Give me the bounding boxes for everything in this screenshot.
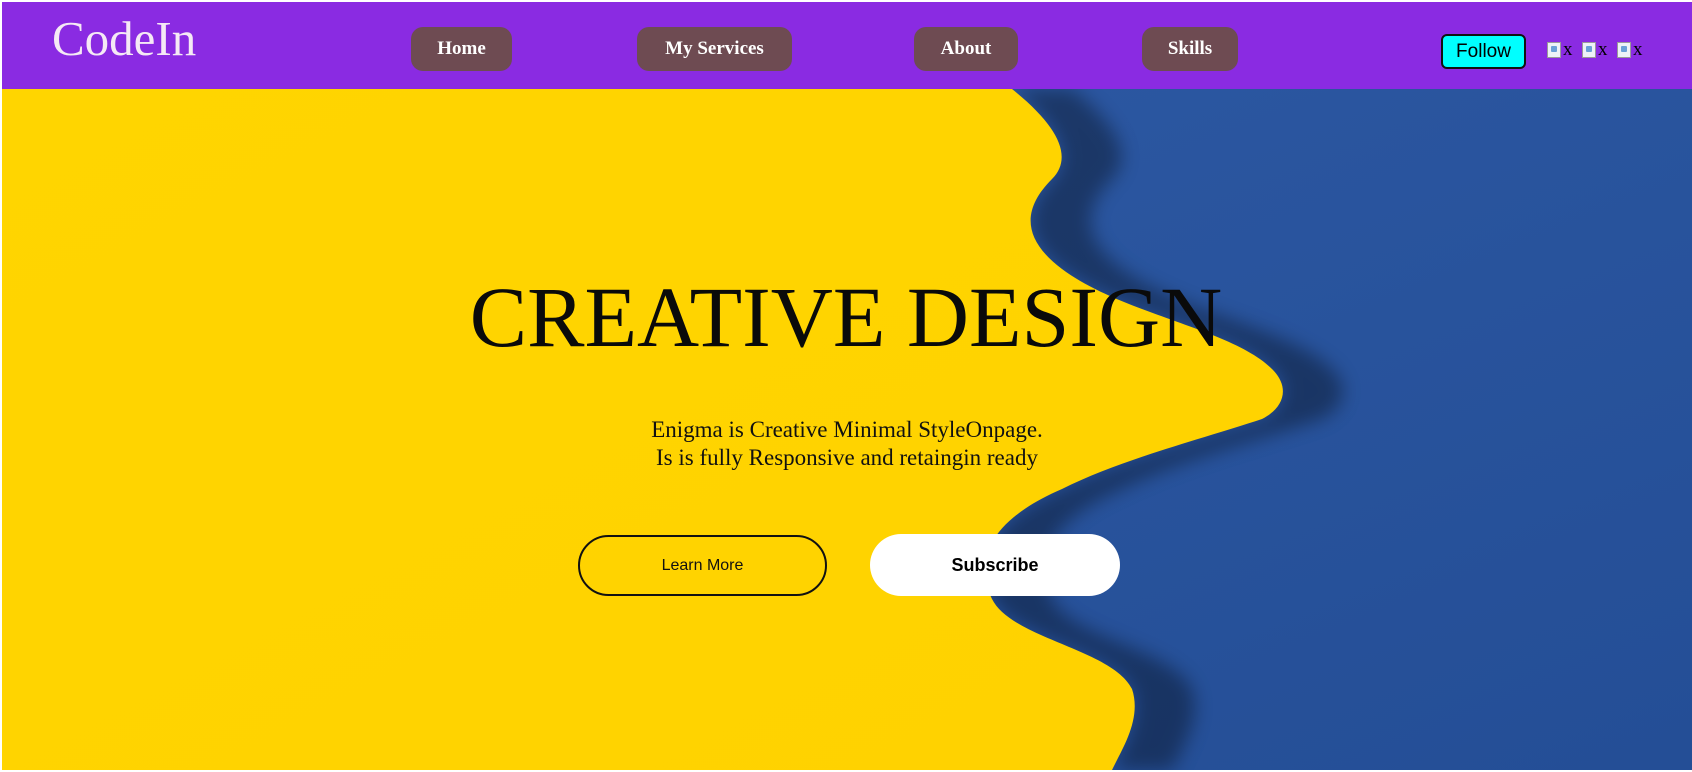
hero-title-text: CREATIVE DESIGN	[469, 269, 1223, 365]
broken-image-icon	[1547, 42, 1561, 58]
learn-more-button[interactable]: Learn More	[578, 535, 827, 596]
nav-skills-button[interactable]: Skills	[1142, 27, 1238, 71]
hero-subtitle: Enigma is Creative Minimal StyleOnpage. …	[2, 416, 1692, 472]
social-link-1[interactable]: x	[1547, 39, 1579, 60]
hero-title: CREATIVE DESIGN	[2, 274, 1692, 360]
page: CodeIn Home My Services About Skills Fol…	[2, 2, 1692, 770]
nav-about-button[interactable]: About	[914, 27, 1018, 71]
social-alt-text: x	[1633, 39, 1643, 60]
site-logo[interactable]: CodeIn	[52, 14, 196, 63]
hero-subtitle-line-2: Is is fully Responsive and retaingin rea…	[656, 445, 1038, 470]
follow-button[interactable]: Follow	[1441, 34, 1526, 69]
hero-section: CREATIVE DESIGN Enigma is Creative Minim…	[2, 89, 1692, 770]
social-link-2[interactable]: x	[1582, 39, 1614, 60]
broken-image-icon	[1582, 42, 1596, 58]
social-alt-text: x	[1598, 39, 1608, 60]
nav-my-services-button[interactable]: My Services	[637, 27, 792, 71]
nav-home-button[interactable]: Home	[411, 27, 512, 71]
subscribe-button[interactable]: Subscribe	[870, 534, 1120, 596]
social-alt-text: x	[1563, 39, 1573, 60]
hero-subtitle-line-1: Enigma is Creative Minimal StyleOnpage.	[651, 417, 1043, 442]
navbar: CodeIn Home My Services About Skills Fol…	[2, 2, 1692, 89]
social-link-3[interactable]: x	[1617, 39, 1649, 60]
broken-image-icon	[1617, 42, 1631, 58]
